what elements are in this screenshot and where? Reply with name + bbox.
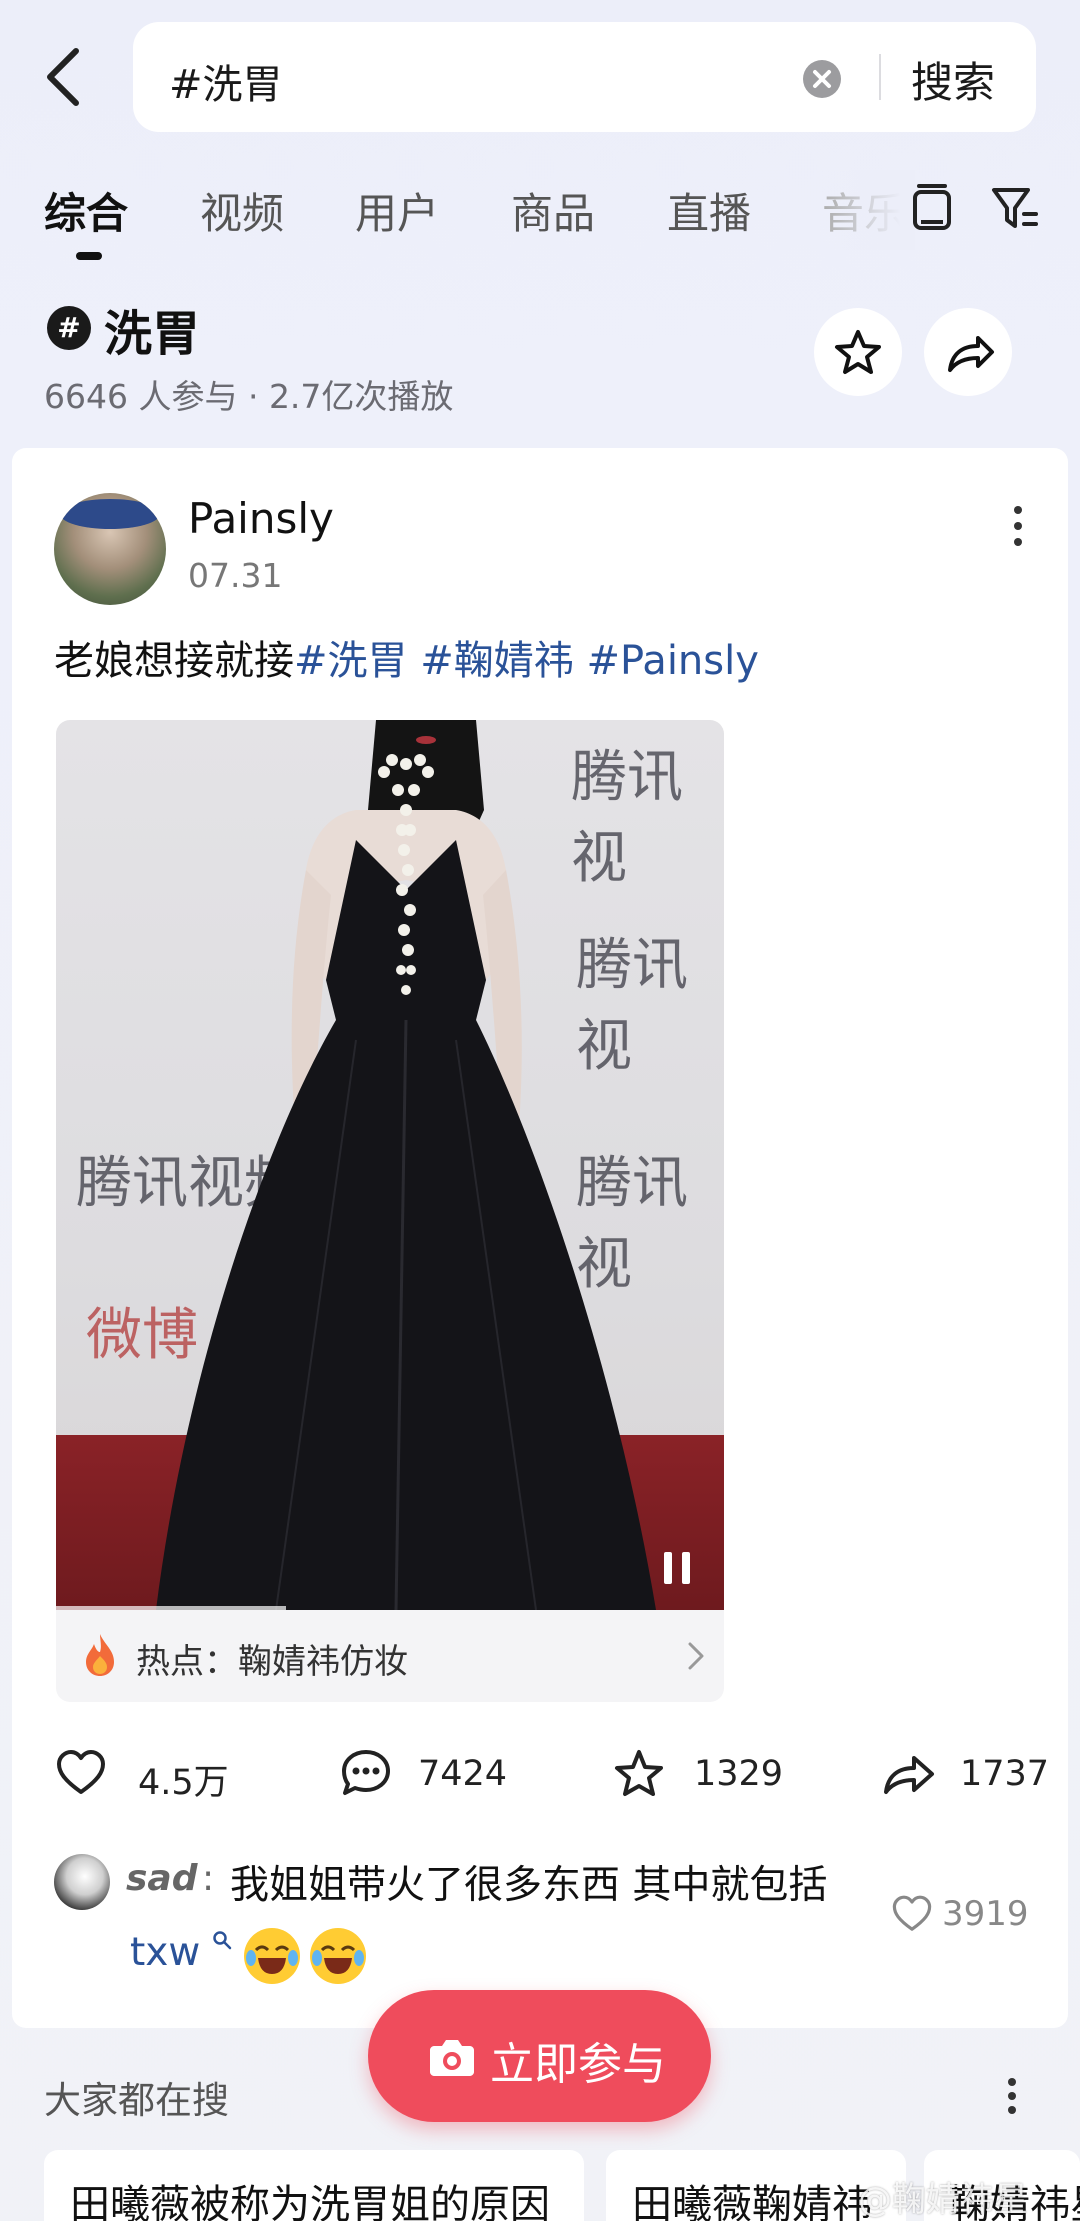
favorite-count: 1329: [694, 1754, 784, 1794]
like-count: 4.5万: [138, 1763, 229, 1803]
post-card[interactable]: Painsly 07.31 老娘想接就接#洗胃 #鞠婧祎 #Painsly 腾讯…: [12, 448, 1068, 2028]
layout-toggle-icon[interactable]: [905, 178, 959, 238]
search-divider: [879, 54, 881, 100]
search-button[interactable]: 搜索: [911, 49, 995, 110]
join-now-label: 立即参与: [490, 2039, 666, 2090]
hot-topic-bar[interactable]: 热点：鞠婧祎仿妆: [56, 1610, 724, 1702]
post-caption-text: 老娘想接就接: [54, 638, 294, 684]
avatar[interactable]: [54, 493, 166, 605]
clear-icon[interactable]: [803, 60, 841, 98]
topic-header: # 洗胃 6646 人参与 · 2.7亿次播放: [44, 290, 1044, 430]
laughing-emoji-icon: [244, 1928, 300, 1984]
comment-colon: :: [202, 1858, 215, 1899]
pause-icon[interactable]: [659, 1550, 695, 1586]
post-username[interactable]: Painsly: [188, 494, 334, 543]
laughing-emoji-icon: [310, 1928, 366, 1984]
comment-icon: [342, 1750, 390, 1795]
top-comment[interactable]: sad : 我姐姐带火了很多东西 其中就包括 txw 3919: [12, 1848, 1068, 2008]
tab-video[interactable]: 视频: [200, 180, 284, 241]
hashtag-icon: #: [47, 306, 91, 350]
post-tag[interactable]: #洗胃: [294, 638, 408, 684]
avatar-hat: [60, 499, 160, 529]
top-bar: #洗胃 搜索: [0, 0, 1080, 150]
back-icon[interactable]: [40, 45, 90, 109]
share-icon: [884, 1756, 934, 1794]
tab-products[interactable]: 商品: [511, 180, 595, 241]
comment-count: 7424: [418, 1754, 508, 1794]
post-tag[interactable]: #Painsly: [586, 638, 758, 684]
more-options-icon[interactable]: [1002, 2072, 1022, 2120]
search-icon: [212, 1930, 232, 1950]
model-figure: [156, 720, 656, 1610]
trending-item[interactable]: 田曦薇被称为洗胃姐的原因: [44, 2150, 584, 2221]
favorite-topic-button[interactable]: [814, 308, 902, 396]
comment-avatar[interactable]: [54, 1854, 110, 1910]
join-now-button[interactable]: 立即参与: [368, 1990, 711, 2122]
share-count: 1737: [960, 1754, 1050, 1794]
comment-like-count: 3919: [942, 1894, 1029, 1934]
more-options-icon[interactable]: [998, 496, 1038, 556]
post-actions: 4.5万 7424 1329 1737: [12, 1738, 1068, 1808]
chevron-right-icon: [686, 1638, 706, 1674]
fire-icon: [82, 1632, 118, 1678]
heart-icon: [57, 1750, 105, 1794]
tab-active-indicator: [76, 252, 102, 260]
topic-stats: 6646 人参与 · 2.7亿次播放: [44, 377, 454, 416]
tab-users[interactable]: 用户: [355, 180, 439, 241]
search-input[interactable]: #洗胃: [169, 52, 283, 110]
post-video[interactable]: 腾讯视 腾讯视 腾讯视频 腾讯视 微博: [56, 720, 724, 1610]
search-box[interactable]: #洗胃 搜索: [133, 22, 1036, 132]
hot-topic-label: 热点：鞠婧祎仿妆: [136, 1642, 408, 1682]
trending-title: 大家都在搜: [44, 2079, 229, 2122]
star-icon: [615, 1750, 663, 1796]
share-topic-button[interactable]: [924, 308, 1012, 396]
post-tag[interactable]: #鞠婧祎: [420, 638, 574, 684]
topic-title: 洗胃: [104, 306, 201, 362]
tab-fade: [820, 170, 915, 250]
comment-text: 我姐姐带火了很多东西 其中就包括: [230, 1863, 828, 1908]
post-caption: 老娘想接就接#洗胃 #鞠婧祎 #Painsly: [54, 628, 759, 686]
comment-search-link[interactable]: txw: [130, 1930, 200, 1975]
like-button[interactable]: 4.5万: [56, 1738, 229, 1808]
tab-all[interactable]: 综合: [44, 180, 128, 241]
camera-icon: [428, 2034, 476, 2078]
tab-bar: 综合 视频 用户 商品 直播 音乐: [0, 170, 1080, 270]
comment-username[interactable]: sad: [126, 1858, 198, 1899]
post-date: 07.31: [188, 556, 283, 595]
weibo-watermark: @鞠婧祎星: [858, 2180, 1028, 2220]
tab-live[interactable]: 直播: [667, 180, 751, 241]
share-button[interactable]: 1737: [882, 1738, 1062, 1808]
filter-icon[interactable]: [988, 178, 1042, 238]
comment-button[interactable]: 7424: [340, 1738, 520, 1808]
comment-like-icon[interactable]: [892, 1894, 932, 1934]
favorite-button[interactable]: 1329: [612, 1738, 792, 1808]
